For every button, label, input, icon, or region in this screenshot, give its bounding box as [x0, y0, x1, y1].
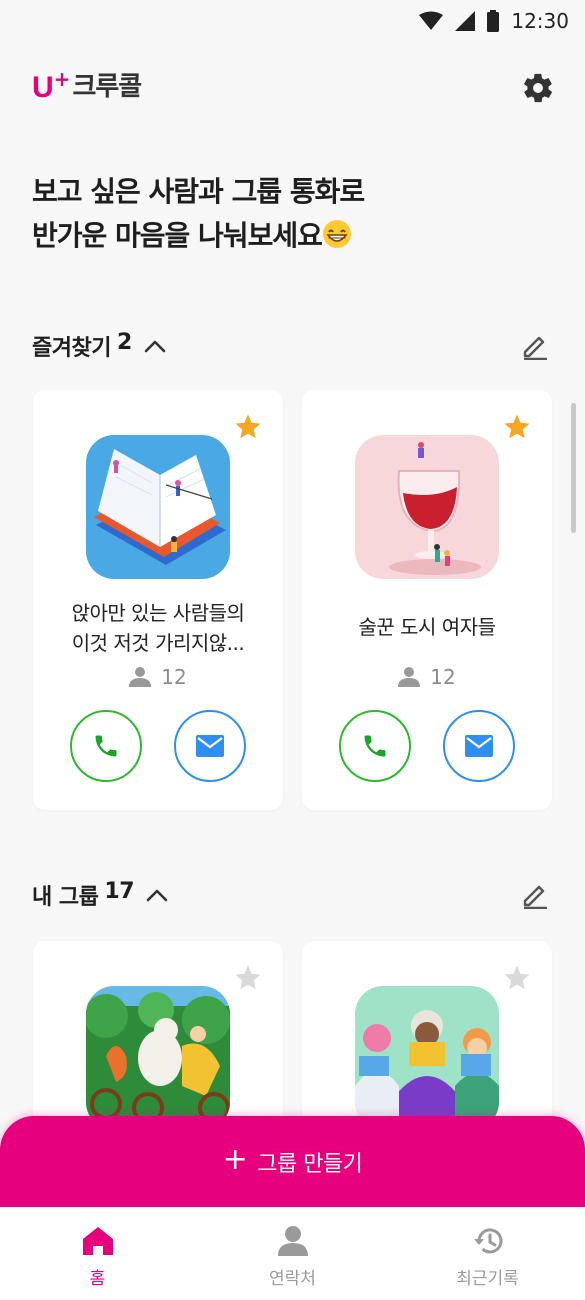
scrollbar-thumb[interactable]: [571, 403, 576, 533]
star-outline-icon[interactable]: [233, 963, 263, 993]
group-thumbnail: [86, 435, 230, 579]
favorites-title-text: 즐겨찾기: [32, 336, 111, 361]
call-button[interactable]: [70, 710, 142, 782]
my-groups-title[interactable]: 내 그룹 17: [32, 879, 168, 911]
nav-label-recent: 최근기록: [456, 1269, 519, 1289]
nav-label-home: 홈: [89, 1269, 106, 1289]
mail-icon: [196, 735, 224, 757]
gear-icon: [524, 73, 552, 103]
person-icon: [277, 1226, 308, 1256]
logo-u: U: [32, 71, 54, 104]
logo-name: 크루콜: [72, 72, 142, 102]
phone-icon: [95, 735, 117, 757]
group-name: 앉아만 있는 사람들의 이것 저것 가리지않...: [71, 601, 245, 655]
settings-button[interactable]: [518, 68, 558, 108]
favorite-group-card[interactable]: 술꾼 도시 여자들 12: [302, 390, 552, 810]
chevron-up-icon: [144, 340, 166, 353]
create-group-button[interactable]: + 그룹 만들기: [0, 1116, 585, 1216]
member-count: 12: [302, 665, 552, 689]
battery-icon: [487, 10, 500, 32]
star-filled-icon[interactable]: [502, 412, 532, 442]
create-group-label: 그룹 만들기: [257, 1152, 363, 1177]
favorites-header: 즐겨찾기 2: [32, 326, 553, 366]
nav-item-recent[interactable]: 최근기록: [413, 1226, 563, 1289]
plus-icon: +: [222, 1142, 248, 1177]
favorites-count: 2: [116, 330, 132, 355]
my-groups-title-text: 내 그룹: [32, 885, 99, 910]
call-button[interactable]: [339, 710, 411, 782]
grinning-face-emoji-icon: [322, 220, 351, 248]
headline-line2: 반가운 마음을 나눠보세요: [32, 214, 552, 258]
nav-label-contacts: 연락처: [269, 1269, 316, 1289]
mail-icon: [465, 735, 493, 757]
favorites-title[interactable]: 즐겨찾기 2: [32, 330, 166, 362]
group-thumbnail: [86, 986, 230, 1130]
group-thumbnail: [355, 986, 499, 1130]
status-time: 12:30: [511, 9, 569, 33]
favorites-edit-button[interactable]: [517, 328, 553, 364]
member-count: 12: [33, 665, 283, 689]
star-outline-icon[interactable]: [502, 963, 532, 993]
message-button[interactable]: [174, 710, 246, 782]
my-groups-edit-button[interactable]: [517, 877, 553, 913]
signal-icon: [455, 11, 476, 31]
my-groups-header: 내 그룹 17: [32, 875, 553, 915]
history-icon: [473, 1228, 502, 1254]
nav-item-home[interactable]: 홈: [23, 1226, 173, 1289]
status-bar: 12:30: [0, 0, 585, 42]
edit-pencil-icon: [523, 885, 547, 909]
headline: 보고 싶은 사람과 그룹 통화로 반가운 마음을 나눠보세요: [32, 170, 552, 258]
nav-item-contacts[interactable]: 연락처: [218, 1226, 368, 1289]
group-name: 술꾼 도시 여자들: [358, 615, 496, 639]
favorite-group-card[interactable]: 앉아만 있는 사람들의 이것 저것 가리지않... 12: [33, 390, 283, 810]
my-groups-count: 17: [104, 879, 135, 904]
headline-line1: 보고 싶은 사람과 그룹 통화로: [32, 175, 365, 208]
person-icon: [398, 667, 421, 687]
group-thumbnail: [355, 435, 499, 579]
person-icon: [129, 667, 152, 687]
star-filled-icon[interactable]: [233, 412, 263, 442]
wifi-icon: [419, 11, 444, 31]
message-button[interactable]: [443, 710, 515, 782]
logo-plus: +: [53, 67, 71, 91]
app-logo: U + 크루콜: [32, 69, 142, 104]
bottom-navigation: 홈 연락처 최근기록: [0, 1207, 585, 1300]
phone-icon: [364, 735, 386, 757]
edit-pencil-icon: [523, 336, 547, 360]
home-icon: [82, 1227, 113, 1255]
chevron-up-icon: [146, 889, 168, 902]
app-header: U + 크루콜: [32, 60, 558, 116]
